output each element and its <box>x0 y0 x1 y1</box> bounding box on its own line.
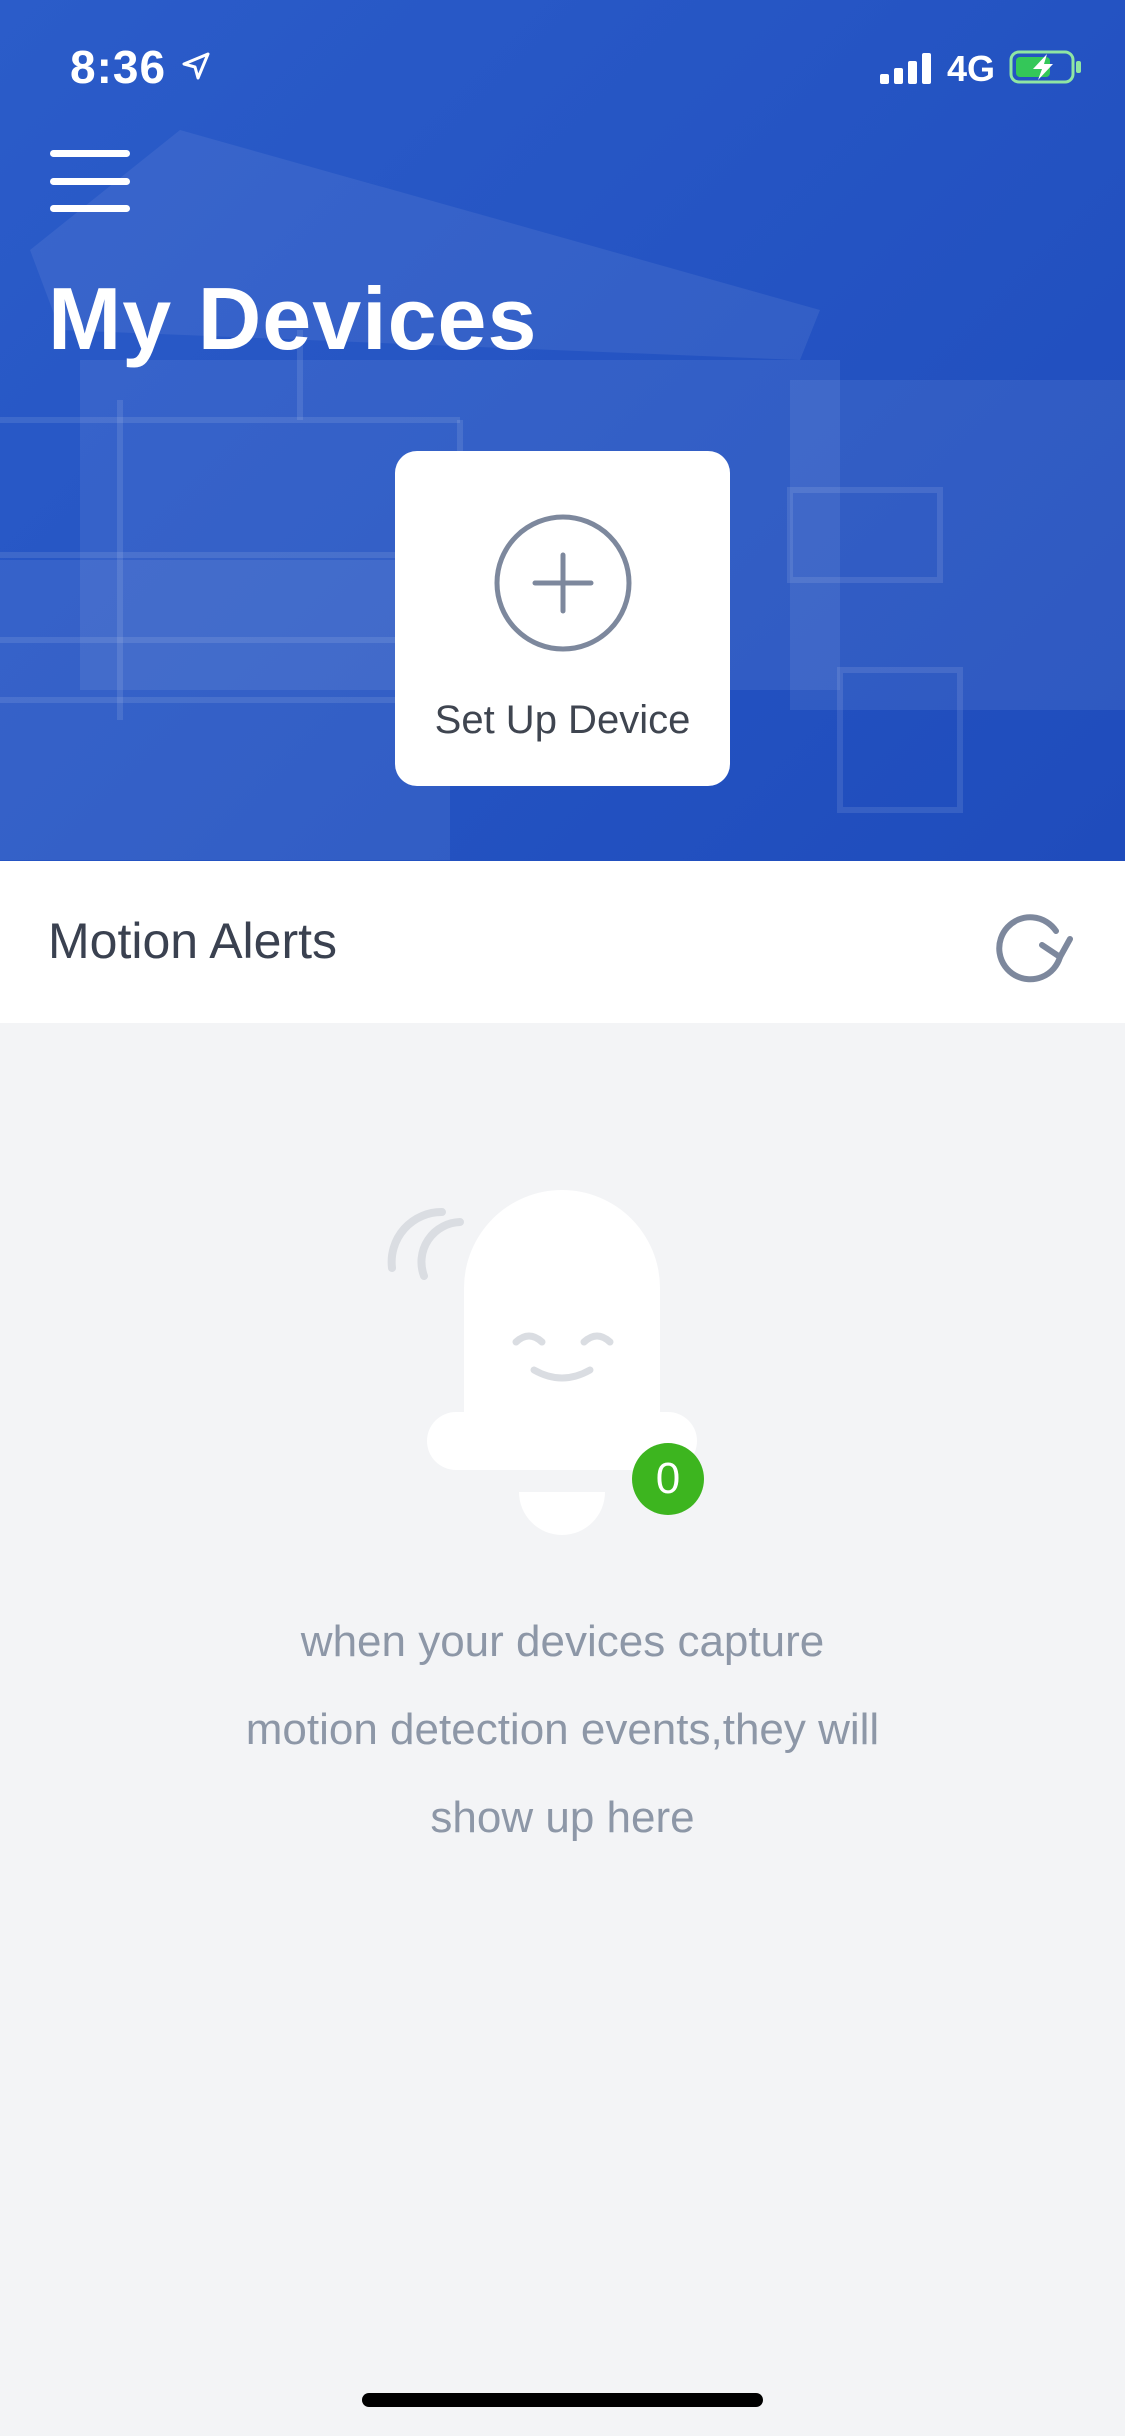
signal-icon <box>880 53 931 84</box>
page-title: My Devices <box>48 269 538 368</box>
network-type: 4G <box>947 48 996 89</box>
battery-charging-icon <box>1009 50 1081 84</box>
location-arrow-icon <box>182 52 210 80</box>
motion-alerts-title: Motion Alerts <box>48 913 338 969</box>
status-bar: 8:36 4G <box>0 0 1125 132</box>
menu-button[interactable] <box>50 150 130 212</box>
refresh-icon <box>996 914 1073 983</box>
plus-circle-icon <box>494 514 632 652</box>
home-indicator[interactable] <box>362 2393 763 2407</box>
refresh-button[interactable] <box>990 905 1074 989</box>
status-time: 8:36 <box>70 41 167 93</box>
empty-state-message: when your devices capture motion detecti… <box>245 1617 880 1842</box>
set-up-device-label: Set Up Device <box>434 698 691 742</box>
alert-count-badge: 0 <box>632 1443 704 1515</box>
set-up-device-button[interactable]: Set Up Device <box>395 451 730 786</box>
motion-alerts-header: Motion Alerts <box>0 861 1125 1023</box>
header-banner: 8:36 4G My Devices Set Up Device <box>0 0 1125 861</box>
